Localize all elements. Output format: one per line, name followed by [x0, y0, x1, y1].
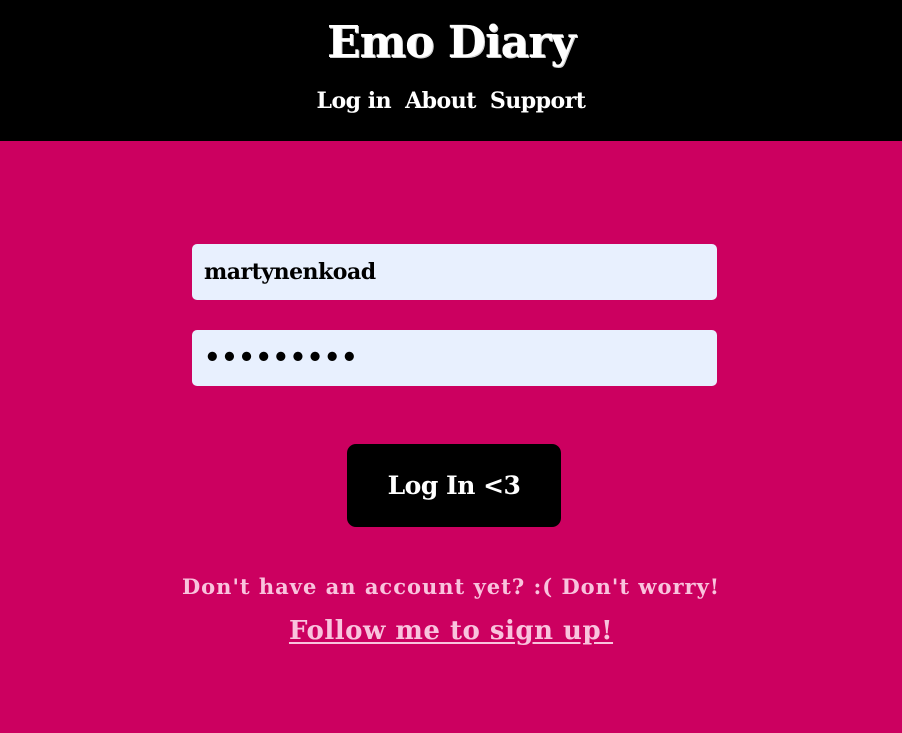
nav-link-log-in[interactable]: Log in	[317, 84, 392, 118]
password-input[interactable]	[192, 330, 717, 386]
main-nav: Log in About Support	[0, 84, 902, 118]
site-logo[interactable]: Emo Diary	[0, 12, 902, 74]
nav-link-about[interactable]: About	[405, 84, 476, 118]
signup-link-wrap: Follow me to sign up!	[0, 613, 902, 649]
signup-hint: Don't have an account yet? :( Don't worr…	[181, 574, 721, 599]
nav-link-support[interactable]: Support	[490, 84, 586, 118]
username-input[interactable]	[192, 244, 717, 300]
login-button[interactable]: Log In <3	[347, 444, 561, 527]
site-header: Emo Diary Log in About Support	[0, 0, 902, 141]
signup-link[interactable]: Follow me to sign up!	[289, 616, 613, 646]
